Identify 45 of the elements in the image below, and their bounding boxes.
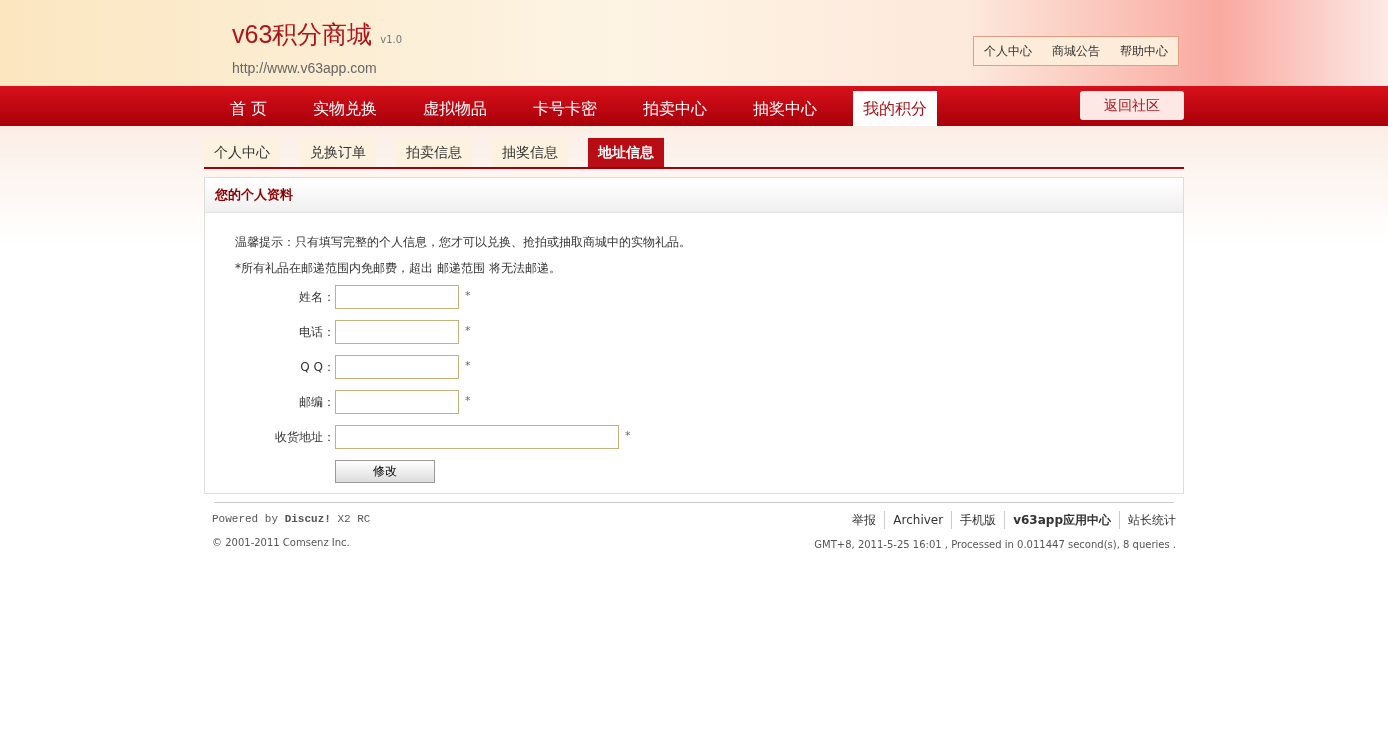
back-to-community-button[interactable]: 返回社区 [1080, 91, 1184, 120]
copyright-text: © 2001-2011 Comsenz Inc. [212, 536, 351, 550]
top-link[interactable]: 帮助中心 [1120, 42, 1168, 60]
powered-by-text: Powered by Discuz! X2 RC [212, 511, 371, 527]
sub-tab[interactable]: 地址信息 [588, 138, 664, 167]
footer-link[interactable]: 举报 [844, 510, 885, 529]
stats-text: GMT+8, 2011-5-25 16:01 , Processed in 0.011447 second(s), 8 queries . [814, 537, 1176, 552]
top-link[interactable]: 个人中心 [984, 42, 1032, 60]
footer-link[interactable]: 站长统计 [1119, 510, 1184, 529]
footer-link[interactable]: v63app应用中心 [1004, 510, 1119, 529]
submit-button[interactable]: 修改 [335, 459, 435, 483]
required-mark: * [465, 358, 471, 375]
field-label: 邮编： [298, 393, 335, 411]
sub-tab[interactable]: 个人中心 [204, 138, 280, 167]
sub-tab[interactable]: 抽奖信息 [492, 138, 568, 167]
field-label: 姓名： [298, 288, 335, 306]
required-mark: * [465, 393, 471, 410]
nav-tab[interactable]: 虚拟物品 [413, 91, 498, 126]
site-logo[interactable]: v63积分商城 [232, 16, 373, 54]
top-link[interactable]: 商城公告 [1052, 42, 1100, 60]
notice-text: *所有礼品在邮递范围内免邮费，超出 邮递范围 将无法邮递。 [235, 259, 562, 277]
nav-tab[interactable]: 抽奖中心 [743, 91, 828, 126]
nav-tab[interactable]: 我的积分 [853, 91, 938, 126]
site-url: http://www.v63app.com [232, 58, 378, 78]
input-field[interactable] [335, 424, 619, 449]
input-field[interactable] [335, 284, 459, 309]
sub-tab[interactable]: 拍卖信息 [396, 138, 472, 167]
input-field[interactable] [335, 389, 459, 414]
nav-tab[interactable]: 拍卖中心 [633, 91, 718, 126]
input-field[interactable] [335, 354, 459, 379]
field-label: 收货地址： [274, 428, 335, 446]
field-label: Q Q： [299, 358, 335, 376]
nav-tab[interactable]: 实物兑换 [303, 91, 388, 126]
notice-text: 温馨提示：只有填写完整的个人信息，您才可以兑换、抢拍或抽取商城中的实物礼品。 [235, 233, 692, 251]
nav-tab[interactable]: 卡号卡密 [523, 91, 608, 126]
version-label: v1.0 [380, 33, 403, 47]
footer-link[interactable]: Archiver [884, 510, 952, 529]
required-mark: * [465, 323, 471, 340]
required-mark: * [465, 288, 471, 305]
input-field[interactable] [335, 319, 459, 344]
required-mark: * [625, 428, 631, 445]
field-label: 电话： [298, 323, 335, 341]
nav-tab[interactable]: 首 页 [220, 91, 278, 126]
footer-link[interactable]: 手机版 [951, 510, 1005, 529]
sub-tab[interactable]: 兑换订单 [300, 138, 376, 167]
